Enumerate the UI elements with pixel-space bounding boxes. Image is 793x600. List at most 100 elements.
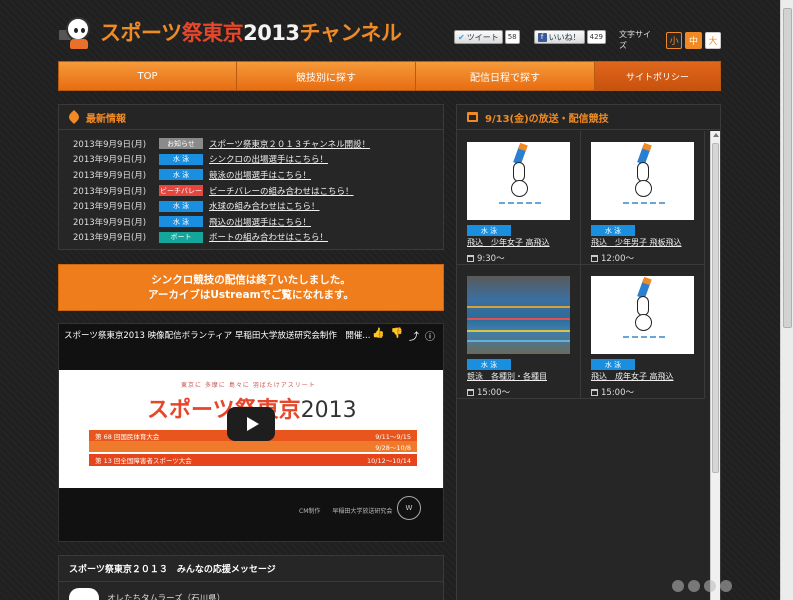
schedule-card[interactable]: 水 泳飛込 少年女子 高飛込 9:30～ xyxy=(457,131,581,265)
news-date: 2013年9月9日(月) xyxy=(73,217,147,228)
notice-line-2: アーカイブはUstreamでご覧になれます。 xyxy=(148,288,354,301)
list-item: 2013年9月9日(月) 水 泳シンクロの出場選手はこちら！ xyxy=(59,152,443,168)
schedule-card[interactable]: 水 泳競泳 各種別・各種目 15:00～ xyxy=(457,265,581,399)
news-link[interactable]: シンクロの出場選手はこちら！ xyxy=(209,153,328,165)
news-link[interactable]: ビーチバレーの組み合わせはこちら！ xyxy=(209,185,354,197)
main-nav: TOP 競技別に探す 配信日程で探す サイトポリシー xyxy=(58,61,721,91)
tray-icon xyxy=(720,580,732,592)
tweet-button[interactable]: ✔ ツイート xyxy=(454,30,503,44)
category-badge: 水 泳 xyxy=(467,359,511,370)
category-badge: 水 泳 xyxy=(591,225,635,236)
site-logo[interactable]: スポーツ祭東京2013チャンネル xyxy=(58,14,402,50)
waseda-emblem-icon: W xyxy=(397,496,421,520)
cheer-name: オレたちタムラーズ（石川県） xyxy=(107,594,226,600)
video-band-kokutai-2: 9/28～10/8 xyxy=(89,441,417,452)
font-size-selector: 文字サイズ 小 中 大 xyxy=(619,29,721,51)
video-title[interactable]: スポーツ祭東京2013 映像配信ボランティア 早稲田大学放送研究会制作 開催..… xyxy=(64,329,370,341)
thumbs-up-icon[interactable]: 👍 xyxy=(372,328,384,343)
list-item: 2013年9月9日(月) ビーチバレー ビーチバレーの組み合わせはこちら！ xyxy=(59,183,443,199)
calendar-icon xyxy=(467,112,478,122)
event-link[interactable]: 飛込 少年女子 高飛込 xyxy=(467,237,550,248)
news-date: 2013年9月9日(月) xyxy=(73,233,147,244)
nav-top[interactable]: TOP xyxy=(59,62,237,90)
font-size-large-button[interactable]: 大 xyxy=(704,31,721,49)
event-time: 12:00～ xyxy=(591,252,634,264)
like-count: 429 xyxy=(586,30,606,44)
news-link[interactable]: 水球の組み合わせはこちら！ xyxy=(209,200,320,212)
video-band-paralympic: 第 13 回全国障害者スポーツ大会 10/12～10/14 xyxy=(89,454,417,466)
video-credit: CM制作 早稲田大学放送研究会 xyxy=(299,508,393,515)
event-link[interactable]: 飛込 少年男子 飛板飛込 xyxy=(591,237,682,248)
facebook-like-button[interactable]: f いいね！ xyxy=(533,30,585,44)
video-slogan: 東京に 多摩に 島々に 羽ばたけアスリート xyxy=(181,382,316,389)
schedule-card[interactable]: 水 泳飛込 少年男子 飛板飛込 12:00～ xyxy=(581,131,705,265)
event-link[interactable]: 飛込 成年女子 高飛込 xyxy=(591,371,674,382)
news-date: 2013年9月9日(月) xyxy=(73,139,147,150)
tag-icon xyxy=(66,109,82,125)
tweet-count: 58 xyxy=(504,30,520,44)
schedule-scrollbar[interactable] xyxy=(710,131,720,600)
video-player[interactable]: スポーツ祭東京2013 映像配信ボランティア 早稲田大学放送研究会制作 開催..… xyxy=(58,323,444,542)
calendar-icon xyxy=(591,254,598,262)
font-size-medium-button[interactable]: 中 xyxy=(685,31,702,49)
news-link[interactable]: ボートの組み合わせはこちら！ xyxy=(209,231,328,243)
page-scrollbar[interactable] xyxy=(780,0,793,600)
event-link[interactable]: 競泳 各種別・各種目 xyxy=(467,371,547,382)
nav-by-sport[interactable]: 競技別に探す xyxy=(237,62,416,90)
cheer-item[interactable]: オレたちタムラーズ（石川県） xyxy=(59,582,443,600)
list-item: 2013年9月9日(月) お知らせ スポーツ祭東京２０１３チャンネル開設！ xyxy=(59,136,443,152)
thumbs-down-icon[interactable]: 👎 xyxy=(391,328,403,343)
news-date: 2013年9月9日(月) xyxy=(73,155,147,166)
play-button[interactable] xyxy=(227,407,275,441)
diving-thumbnail[interactable] xyxy=(591,142,694,220)
scroll-thumb[interactable] xyxy=(712,143,719,473)
font-size-small-button[interactable]: 小 xyxy=(666,31,683,49)
info-icon[interactable]: ⓘ xyxy=(425,328,435,343)
category-badge: 水 泳 xyxy=(159,153,203,165)
twitter-bird-icon: ✔ xyxy=(458,32,465,42)
facebook-icon: f xyxy=(537,32,547,42)
calendar-icon xyxy=(591,388,598,396)
schedule-title: 9/13(金)の放送・配信競技 xyxy=(485,113,609,125)
event-time: 15:00～ xyxy=(591,386,634,398)
diving-thumbnail[interactable] xyxy=(591,276,694,354)
video-actions: 👍 👎 ⤴ ⓘ xyxy=(372,328,435,343)
tray-icon xyxy=(688,580,700,592)
video-frame[interactable]: 東京に 多摩に 島々に 羽ばたけアスリート スポーツ祭東京2013 第 68 回… xyxy=(59,370,443,488)
news-link[interactable]: 競泳の出場選手はこちら！ xyxy=(209,169,311,181)
list-item: 2013年9月9日(月) 水 泳飛込の出場選手はこちら！ xyxy=(59,214,443,230)
category-badge: 水 泳 xyxy=(159,216,203,228)
scroll-up-icon[interactable] xyxy=(713,133,719,137)
category-badge: 水 泳 xyxy=(467,225,511,236)
mascot-camera-icon xyxy=(58,15,98,49)
page-scroll-thumb[interactable] xyxy=(783,8,792,328)
social-buttons: ✔ ツイート 58 f いいね！ 429 xyxy=(454,30,606,44)
cheer-messages-panel: スポーツ祭東京２０１３ みんなの応援メッセージ オレたちタムラーズ（石川県） xyxy=(58,555,444,600)
news-date: 2013年9月9日(月) xyxy=(73,170,147,181)
news-date: 2013年9月9日(月) xyxy=(73,202,147,213)
cheer-title: スポーツ祭東京２０１３ みんなの応援メッセージ xyxy=(59,556,443,582)
news-link[interactable]: 飛込の出場選手はこちら！ xyxy=(209,216,311,228)
news-list: 2013年9月9日(月) お知らせ スポーツ祭東京２０１３チャンネル開設！ 2013年… xyxy=(59,130,443,245)
category-badge: 水 泳 xyxy=(159,169,203,181)
avatar xyxy=(69,588,99,600)
category-badge: ビーチバレー xyxy=(159,185,203,197)
swimming-pool-thumbnail[interactable] xyxy=(467,276,570,354)
share-icon[interactable]: ⤴ xyxy=(409,328,419,343)
page-wrapper: スポーツ祭東京2013チャンネル ✔ ツイート 58 f いいね！ 429 文字… xyxy=(58,0,721,600)
calendar-icon xyxy=(467,388,474,396)
list-item: 2013年9月9日(月) 水 泳競泳の出場選手はこちら！ xyxy=(59,167,443,183)
notice-line-1: シンクロ競技の配信は終了いたしました。 xyxy=(151,273,351,286)
news-link[interactable]: スポーツ祭東京２０１３チャンネル開設！ xyxy=(209,138,370,150)
nav-site-policy[interactable]: サイトポリシー xyxy=(595,62,720,90)
news-panel: 最新情報 2013年9月9日(月) お知らせ スポーツ祭東京２０１３チャンネル開設！… xyxy=(58,104,444,250)
diving-thumbnail[interactable] xyxy=(467,142,570,220)
schedule-card[interactable]: 水 泳飛込 成年女子 高飛込 15:00～ xyxy=(581,265,705,399)
diver-icon xyxy=(623,276,665,348)
diver-icon xyxy=(623,142,665,214)
diver-icon xyxy=(499,142,541,214)
nav-by-schedule[interactable]: 配信日程で探す xyxy=(416,62,595,90)
news-date: 2013年9月9日(月) xyxy=(73,186,147,197)
schedule-header: 9/13(金)の放送・配信競技 xyxy=(457,105,720,130)
schedule-panel: 9/13(金)の放送・配信競技 水 泳飛込 少年女子 高飛込 9:30～水 泳飛込… xyxy=(456,104,721,600)
